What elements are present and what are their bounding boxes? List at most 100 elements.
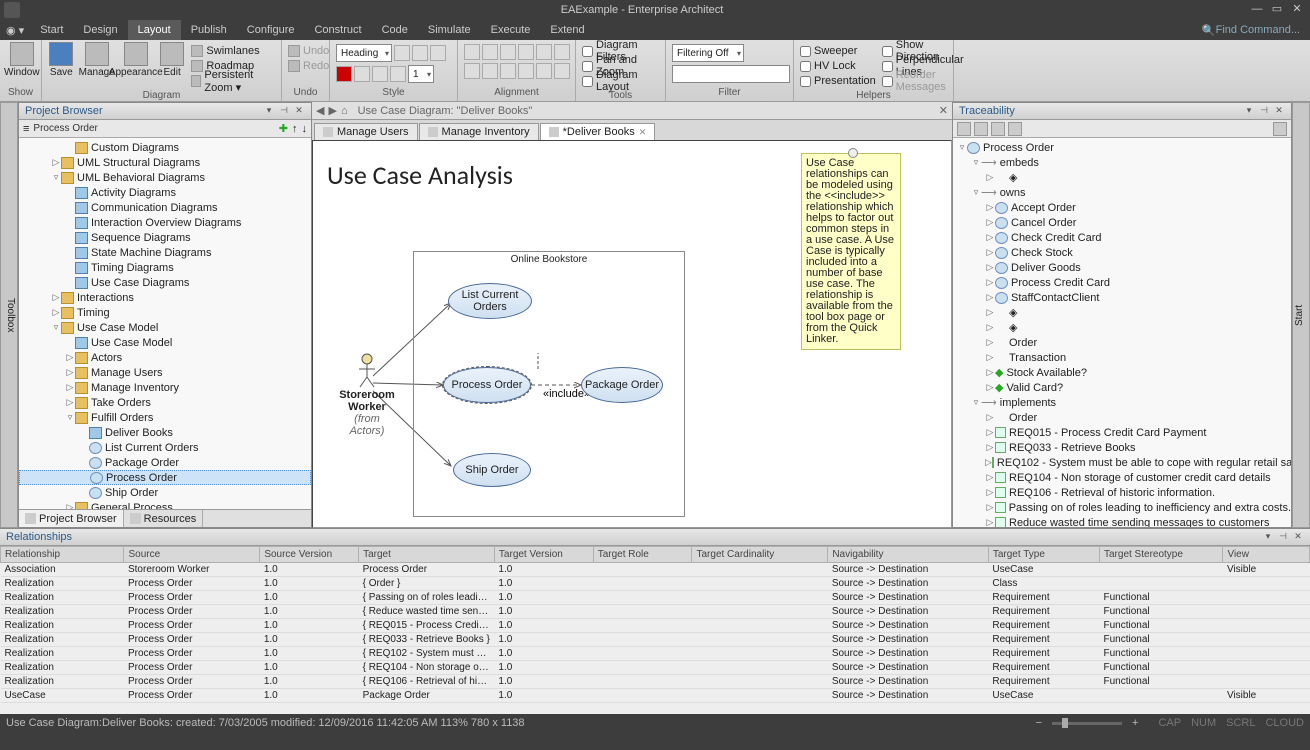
trace-item[interactable]: ▷◆Stock Available? — [953, 365, 1291, 380]
tree-item[interactable]: ▷UML Structural Diagrams — [19, 155, 311, 170]
align-5[interactable] — [536, 44, 552, 60]
table-row[interactable]: UseCaseProcess Order1.0Package Order1.0S… — [1, 689, 1310, 703]
tree-item[interactable]: Timing Diagrams — [19, 260, 311, 275]
align-9[interactable] — [500, 63, 516, 79]
align-3[interactable] — [500, 44, 516, 60]
doc-tab[interactable]: *Deliver Books✕ — [540, 123, 656, 140]
tree-item[interactable]: Activity Diagrams — [19, 185, 311, 200]
align-11[interactable] — [536, 63, 552, 79]
uc-process-order[interactable]: Process Order — [443, 367, 531, 403]
trace-item[interactable]: ▿⟶embeds — [953, 155, 1291, 170]
column-header[interactable]: Source — [124, 547, 260, 563]
tree-item[interactable]: Process Order — [19, 470, 311, 485]
menu-publish[interactable]: Publish — [181, 20, 237, 40]
start-tab[interactable]: Start — [1292, 102, 1310, 528]
menu-layout[interactable]: Layout — [128, 20, 181, 40]
pb-pin-icon[interactable]: ⊣ — [278, 105, 290, 117]
line-width[interactable]: 1 — [408, 65, 434, 83]
table-row[interactable]: RealizationProcess Order1.0{ Reduce wast… — [1, 605, 1310, 619]
style-btn-2[interactable] — [412, 45, 428, 61]
filter-input[interactable] — [672, 65, 790, 83]
zoom-out-icon[interactable]: − — [1036, 717, 1042, 729]
reorder-check[interactable]: Reorder Messages — [882, 74, 964, 88]
project-tree[interactable]: Custom Diagrams▷UML Structural Diagrams▿… — [19, 138, 311, 509]
column-header[interactable]: Target — [359, 547, 495, 563]
menu-simulate[interactable]: Simulate — [418, 20, 481, 40]
presentation-check[interactable]: Presentation — [800, 74, 876, 88]
app-menu[interactable]: ◉ ▾ — [0, 20, 30, 40]
tab-project-browser[interactable]: Project Browser — [19, 510, 124, 527]
tab-resources[interactable]: Resources — [124, 510, 204, 527]
relationships-grid[interactable]: RelationshipSourceSource VersionTargetTa… — [0, 546, 1310, 714]
style-btn-3[interactable] — [430, 45, 446, 61]
pb-down-icon[interactable]: ↓ — [302, 123, 308, 135]
menu-extend[interactable]: Extend — [540, 20, 594, 40]
line-style[interactable] — [390, 66, 406, 82]
trace-item[interactable]: ▷Process Credit Card — [953, 275, 1291, 290]
redo-button[interactable]: Redo — [288, 59, 329, 73]
tree-item[interactable]: ▷Manage Users — [19, 365, 311, 380]
trace-btn-2[interactable] — [974, 122, 988, 136]
trace-btn-4[interactable] — [1008, 122, 1022, 136]
menu-configure[interactable]: Configure — [237, 20, 305, 40]
uc-package-order[interactable]: Package Order — [581, 367, 663, 403]
filter-combo[interactable]: Filtering Off — [672, 44, 744, 62]
column-header[interactable]: Target Cardinality — [692, 547, 828, 563]
zoom-slider[interactable] — [1052, 722, 1122, 725]
tree-item[interactable]: ▿UML Behavioral Diagrams — [19, 170, 311, 185]
toolbox-tab[interactable]: Toolbox — [0, 102, 18, 528]
trace-item[interactable]: ▷Order — [953, 335, 1291, 350]
trace-item[interactable]: ▷Check Stock — [953, 245, 1291, 260]
column-header[interactable]: Target Role — [593, 547, 692, 563]
tree-item[interactable]: ▷Manage Inventory — [19, 380, 311, 395]
trace-item[interactable]: ▷Check Credit Card — [953, 230, 1291, 245]
trace-btn-1[interactable] — [957, 122, 971, 136]
trace-item[interactable]: ▷◈ — [953, 170, 1291, 185]
tree-item[interactable]: Sequence Diagrams — [19, 230, 311, 245]
trace-btn-3[interactable] — [991, 122, 1005, 136]
trace-item[interactable]: ▷REQ033 - Retrieve Books — [953, 440, 1291, 455]
column-header[interactable]: Navigability — [828, 547, 989, 563]
trace-item[interactable]: ▷StaffContactClient — [953, 290, 1291, 305]
trace-close-icon[interactable]: ✕ — [1273, 105, 1285, 117]
trace-item[interactable]: ▷Cancel Order — [953, 215, 1291, 230]
tree-item[interactable]: Deliver Books — [19, 425, 311, 440]
align-1[interactable] — [464, 44, 480, 60]
tree-item[interactable]: ▷General Process — [19, 500, 311, 509]
table-row[interactable]: AssociationStoreroom Worker1.0Process Or… — [1, 563, 1310, 577]
save-button[interactable]: Save — [46, 42, 77, 78]
doc-close-icon[interactable]: ✕ — [939, 104, 948, 117]
tree-item[interactable]: List Current Orders — [19, 440, 311, 455]
tree-item[interactable]: ▷Timing — [19, 305, 311, 320]
column-header[interactable]: Target Type — [988, 547, 1099, 563]
line-color[interactable] — [372, 66, 388, 82]
zoom-in-icon[interactable]: + — [1132, 717, 1138, 729]
tree-item[interactable]: Package Order — [19, 455, 311, 470]
menu-code[interactable]: Code — [372, 20, 418, 40]
tree-item[interactable]: Use Case Model — [19, 335, 311, 350]
pb-up-icon[interactable]: ↑ — [292, 123, 298, 135]
column-header[interactable]: Target Stereotype — [1099, 547, 1222, 563]
column-header[interactable]: Relationship — [1, 547, 124, 563]
trace-item[interactable]: ▷Accept Order — [953, 200, 1291, 215]
table-row[interactable]: RealizationProcess Order1.0{ REQ033 - Re… — [1, 633, 1310, 647]
trace-item[interactable]: ▷Passing on of roles leading to ineffici… — [953, 500, 1291, 515]
tree-item[interactable]: ▷Interactions — [19, 290, 311, 305]
trace-item[interactable]: ▷Reduce wasted time sending messages to … — [953, 515, 1291, 527]
trace-item[interactable]: ▿⟶implements — [953, 395, 1291, 410]
trace-item[interactable]: ▷Transaction — [953, 350, 1291, 365]
undo-button[interactable]: Undo — [288, 44, 329, 58]
diagram-layout-check[interactable]: Diagram Layout — [582, 74, 659, 88]
maximize-button[interactable]: ▭ — [1268, 3, 1286, 17]
table-row[interactable]: RealizationProcess Order1.0{ Order }1.0S… — [1, 577, 1310, 591]
trace-item[interactable]: ▷◈ — [953, 305, 1291, 320]
align-10[interactable] — [518, 63, 534, 79]
tree-item[interactable]: Communication Diagrams — [19, 200, 311, 215]
swimlanes-button[interactable]: Swimlanes — [191, 44, 275, 58]
menu-execute[interactable]: Execute — [481, 20, 541, 40]
tree-item[interactable]: State Machine Diagrams — [19, 245, 311, 260]
tree-item[interactable]: ▿Use Case Model — [19, 320, 311, 335]
trace-tree[interactable]: ▿Process Order▿⟶embeds▷◈▿⟶owns▷Accept Or… — [953, 138, 1291, 527]
table-row[interactable]: RealizationProcess Order1.0{ REQ102 - Sy… — [1, 647, 1310, 661]
doc-tab[interactable]: Manage Inventory — [419, 123, 539, 140]
